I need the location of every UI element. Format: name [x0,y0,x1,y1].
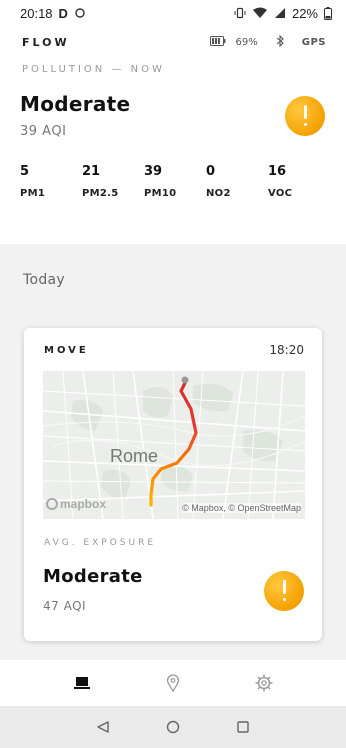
exposure-level: Moderate [43,566,143,587]
route-map[interactable]: Rome mapbox © Mapbox, © OpenStreetMap [43,371,305,519]
exposure-aqi: 47 AQI [43,599,87,613]
app-header: FLOW 69% GPS [0,26,346,58]
move-card[interactable]: MOVE 18:20 Rome mapbox © Mapbox, © OpenS… [24,328,322,641]
nav-timeline[interactable] [70,671,94,695]
mapbox-logo-icon [46,498,58,510]
alert-icon[interactable] [264,571,304,611]
metric-value: 16 [268,164,287,179]
d-app-icon: D [58,5,68,21]
metric-pm1: 5 PM1 [20,164,82,199]
device-battery-level: 69% [235,36,258,48]
back-icon[interactable] [96,720,110,734]
metric-name: PM10 [144,188,177,199]
pollution-level: Moderate [20,92,131,116]
mapbox-logo: mapbox [46,497,106,511]
bottom-nav [0,660,346,706]
signal-icon [274,7,286,19]
metric-pm25: 21 PM2.5 [82,164,144,199]
metric-value: 39 [144,164,163,179]
pollutant-metrics: 5 PM1 21 PM2.5 39 PM10 0 NO2 16 VOC [20,164,330,199]
metric-pm10: 39 PM10 [144,164,206,199]
metric-name: PM2.5 [82,188,119,199]
metric-voc: 16 VOC [268,164,330,199]
recents-icon[interactable] [236,720,250,734]
status-time: 20:18 [20,5,53,21]
nav-map[interactable] [161,671,185,695]
exposure-label: AVG. EXPOSURE [44,538,157,548]
app-brand: FLOW [22,35,70,49]
status-battery: 22% [291,5,318,21]
system-nav-bar [0,706,346,748]
device-status: 69% GPS [209,34,326,50]
settings-gear-icon [255,674,273,692]
gps-indicator: GPS [301,36,326,48]
today-heading: Today [23,272,65,288]
bluetooth-icon [276,34,284,50]
card-title: MOVE [44,345,89,356]
pollution-label: POLLUTION — NOW [22,64,165,75]
map-city-label: Rome [110,446,159,466]
metric-name: VOC [268,188,293,199]
route-end-marker [181,376,189,384]
pollution-aqi: 39 AQI [20,124,67,139]
cloud-icon [74,6,86,21]
wifi-icon [252,7,268,19]
metric-value: 5 [20,164,30,179]
status-bar: 20:18 D 22% [0,0,346,26]
card-time: 18:20 [269,343,304,357]
metric-value: 21 [82,164,101,179]
metric-no2: 0 NO2 [206,164,268,199]
mapbox-logo-text: mapbox [60,497,107,511]
home-icon[interactable] [166,720,180,734]
battery-icon [324,6,332,20]
metric-name: PM1 [20,188,46,199]
nav-settings[interactable] [252,671,276,695]
device-battery-icon [209,35,226,49]
metric-value: 0 [206,164,216,179]
timeline-icon [73,677,90,689]
alert-icon[interactable] [285,96,325,136]
pollution-now-section: POLLUTION — NOW Moderate 39 AQI 5 PM1 21… [0,58,346,244]
status-left: 20:18 D [20,6,86,21]
vibrate-icon [234,7,246,19]
map-pin-icon [166,674,180,692]
metric-name: NO2 [206,188,231,199]
status-right: 22% [234,6,332,21]
map-attribution[interactable]: © Mapbox, © OpenStreetMap [182,503,301,513]
